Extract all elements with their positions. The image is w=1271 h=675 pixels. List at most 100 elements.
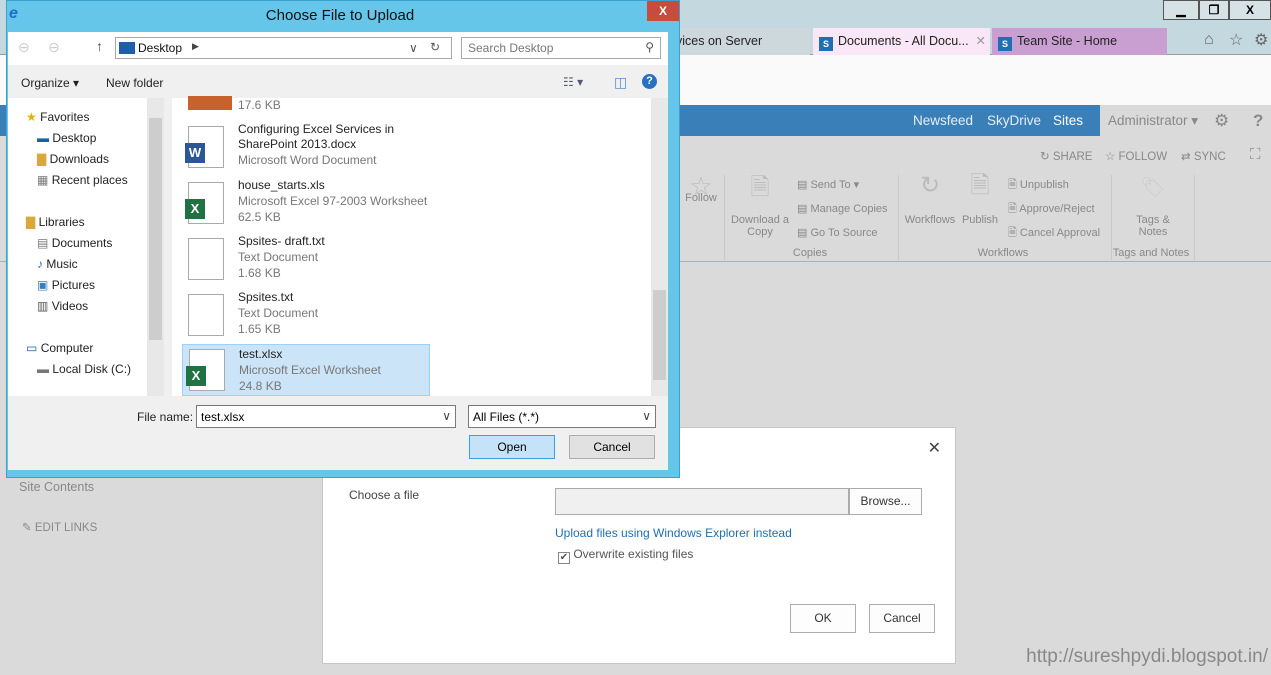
- ribbon-send-to[interactable]: ▤ Send To ▾: [797, 179, 859, 191]
- ribbon-cancel-approval[interactable]: 🗎 Cancel Approval: [1008, 227, 1100, 239]
- ok-button[interactable]: OK: [790, 604, 856, 633]
- ribbon-download[interactable]: 🗎 Download a Copy: [729, 174, 791, 239]
- file-item[interactable]: X house_starts.xls Microsoft Excel 97-20…: [182, 178, 430, 229]
- organize-button[interactable]: Organize ▾: [21, 76, 79, 90]
- nav-site-contents[interactable]: Site Contents: [19, 480, 94, 494]
- settings-icon[interactable]: ⚙: [1214, 111, 1229, 131]
- tab-documents[interactable]: S Documents - All Docu... ✕: [813, 28, 990, 55]
- favorites-icon[interactable]: ☆: [1229, 30, 1243, 50]
- navigation-pane: ★ Favorites ▬ Desktop ▇ Downloads ▦ Rece…: [8, 98, 164, 396]
- file-item-selected[interactable]: X test.xlsx Microsoft Excel Worksheet 24…: [182, 344, 430, 396]
- nav-scroll-thumb[interactable]: [149, 118, 162, 340]
- file-item[interactable]: W Configuring Excel Services in SharePoi…: [182, 122, 430, 173]
- user-menu[interactable]: Administrator ▾: [1108, 113, 1198, 129]
- file-name-input[interactable]: test.xlsx ∨: [196, 405, 456, 428]
- forward-icon[interactable]: ⊖: [48, 39, 60, 56]
- download-icon: 🗎: [750, 174, 770, 201]
- share-button[interactable]: ↻ SHARE: [1040, 149, 1092, 163]
- divider: [1194, 175, 1195, 260]
- gear-icon[interactable]: ⚙: [1254, 30, 1268, 50]
- focus-icon[interactable]: ⛶: [1250, 146, 1261, 163]
- new-folder-button[interactable]: New folder: [106, 76, 163, 90]
- close-button[interactable]: X: [1229, 0, 1271, 20]
- cancel-button[interactable]: Cancel: [569, 435, 655, 459]
- close-icon[interactable]: ✕: [928, 438, 941, 458]
- chevron-down-icon[interactable]: ∨: [442, 409, 451, 423]
- up-icon[interactable]: ↑: [96, 38, 103, 54]
- ribbon-follow[interactable]: ☆ Follow: [684, 173, 718, 204]
- choose-file-label: Choose a file: [349, 488, 420, 502]
- restore-button[interactable]: ❐: [1199, 0, 1229, 20]
- suite-link-sites[interactable]: Sites: [1053, 113, 1083, 128]
- overwrite-checkbox[interactable]: ✔: [558, 552, 570, 564]
- suite-link-skydrive[interactable]: SkyDrive: [987, 113, 1041, 128]
- approve-label: Approve/Reject: [1019, 203, 1095, 215]
- ribbon-publish[interactable]: 🗎 Publish: [960, 174, 1000, 227]
- sharepoint-icon: S: [998, 37, 1012, 51]
- dialog-close-button[interactable]: X: [647, 1, 679, 21]
- ribbon-manage-copies[interactable]: ▤ Manage Copies: [797, 203, 888, 215]
- file-item[interactable]: Spsites.txt Text Document 1.65 KB: [182, 290, 430, 341]
- excel-icon: X: [185, 182, 224, 224]
- nav-music[interactable]: ♪ Music: [37, 257, 78, 271]
- open-button[interactable]: Open: [469, 435, 555, 459]
- overwrite-option[interactable]: ✔ Overwrite existing files: [558, 547, 693, 564]
- excel-icon: X: [186, 349, 225, 391]
- back-icon[interactable]: ⊖: [18, 39, 30, 56]
- file-name-label: File name:: [137, 410, 194, 424]
- home-icon[interactable]: ⌂: [1204, 31, 1214, 49]
- nav-scrollbar[interactable]: [147, 98, 164, 396]
- history-dropdown-icon[interactable]: ∨: [409, 41, 418, 55]
- view-options-icon[interactable]: ☷ ▾: [563, 75, 583, 89]
- preview-pane-icon[interactable]: ◫: [614, 74, 627, 91]
- downloads-icon: ▇: [37, 152, 47, 166]
- ribbon-tags[interactable]: 🏷 Tags & Notes: [1125, 178, 1181, 238]
- follow-label: Follow: [685, 192, 717, 204]
- search-icon[interactable]: ⚲: [645, 40, 654, 54]
- star-icon: ☆: [1105, 151, 1116, 163]
- tab-team-site[interactable]: S Team Site - Home: [992, 28, 1167, 55]
- upload-cancel-button[interactable]: Cancel: [869, 604, 935, 633]
- help-icon[interactable]: ?: [1253, 111, 1263, 131]
- minimize-button[interactable]: ▁: [1163, 0, 1199, 20]
- follow-action-button[interactable]: ☆ FOLLOW: [1105, 149, 1167, 163]
- nav-label: Pictures: [51, 278, 96, 292]
- nav-local-disk[interactable]: ▬ Local Disk (C:): [37, 362, 131, 376]
- tab-services[interactable]: vices on Server: [670, 28, 810, 55]
- nav-documents[interactable]: ▤ Documents: [37, 236, 112, 250]
- file-scrollbar[interactable]: [651, 98, 668, 396]
- sync-button[interactable]: ⇄ SYNC: [1181, 149, 1226, 163]
- file-item[interactable]: Spsites- draft.txt Text Document 1.68 KB: [182, 234, 430, 285]
- ribbon-unpublish[interactable]: 🗎 Unpublish: [1008, 179, 1069, 191]
- file-type: Text Document: [238, 306, 319, 320]
- follow-label: FOLLOW: [1118, 151, 1168, 163]
- edit-links-button[interactable]: ✎ EDIT LINKS: [22, 520, 97, 534]
- search-input[interactable]: Search Desktop ⚲: [461, 37, 661, 59]
- file-type: Microsoft Excel Worksheet: [239, 363, 381, 377]
- address-bar[interactable]: Desktop ▶ ∨ ↻: [115, 37, 452, 59]
- nav-downloads[interactable]: ▇ Downloads: [37, 152, 109, 166]
- group-copies: Copies: [792, 247, 828, 259]
- suite-link-newsfeed[interactable]: Newsfeed: [913, 113, 973, 128]
- refresh-icon[interactable]: ↻: [430, 40, 440, 54]
- file-size: 1.65 KB: [238, 322, 281, 336]
- browse-button[interactable]: Browse...: [849, 488, 922, 515]
- nav-computer[interactable]: ▭ Computer: [26, 341, 93, 355]
- file-path-input[interactable]: [555, 488, 849, 515]
- nav-label: Desktop: [52, 131, 97, 145]
- nav-desktop[interactable]: ▬ Desktop: [37, 131, 96, 145]
- explorer-link[interactable]: Upload files using Windows Explorer inst…: [555, 526, 792, 540]
- file-type-select[interactable]: All Files (*.*) ∨: [468, 405, 656, 428]
- nav-recent[interactable]: ▦ Recent places: [37, 173, 128, 187]
- close-tab-icon[interactable]: ✕: [976, 28, 986, 55]
- help-icon[interactable]: ?: [642, 74, 657, 89]
- nav-favorites[interactable]: ★ Favorites: [26, 110, 89, 124]
- ribbon-approve[interactable]: 🗎 Approve/Reject: [1008, 203, 1095, 215]
- nav-videos[interactable]: ▥ Videos: [37, 299, 88, 313]
- nav-libraries[interactable]: ▇ Libraries: [26, 215, 85, 229]
- file-scroll-thumb[interactable]: [653, 290, 666, 380]
- nav-pictures[interactable]: ▣ Pictures: [37, 278, 95, 292]
- edit-links-label: EDIT LINKS: [34, 522, 98, 534]
- ribbon-workflows[interactable]: ↻ Workflows: [903, 174, 957, 227]
- ribbon-go-to-source[interactable]: ▤ Go To Source: [797, 227, 878, 239]
